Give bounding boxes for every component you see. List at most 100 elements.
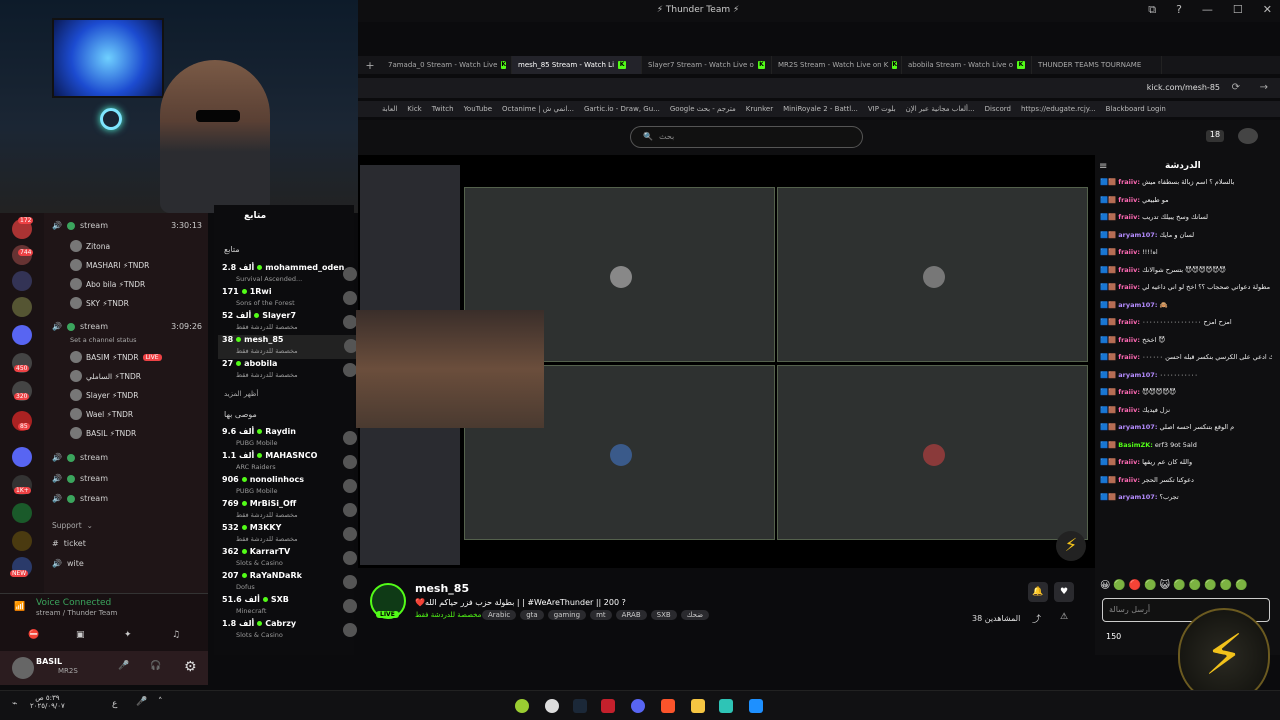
window-help-button[interactable]: ? [1176, 3, 1182, 17]
voice-user[interactable]: SKY ⚡TNDR [70, 297, 129, 309]
discord-icon[interactable] [631, 699, 645, 713]
voice-channel-stream[interactable]: 🔊 stream 3:09:26 [52, 322, 202, 331]
recommended-channel[interactable]: 532 M3KKY مخصصة للدردشة فقط [222, 523, 357, 547]
app-icon[interactable] [601, 699, 615, 713]
bookmark[interactable]: Discord [985, 105, 1011, 113]
chat-username[interactable]: fraiiv: [1118, 458, 1140, 466]
server-icon[interactable] [12, 503, 32, 523]
back-icon[interactable]: → [1260, 82, 1268, 93]
gear-icon[interactable]: ⚙ [184, 659, 197, 675]
followed-channel-active[interactable]: 38 mesh_85 مخصصة للدردشة فقط [218, 335, 358, 359]
recommended-channel[interactable]: 362 KarrarTV Slots & Casino [222, 547, 357, 571]
followed-channel[interactable]: 27 abobila مخصصة للدردشة فقط [222, 359, 357, 383]
headphones-icon[interactable]: 🎧 [150, 661, 161, 671]
chat-username[interactable]: aryam107: [1118, 371, 1157, 379]
microphone-icon[interactable]: 🎤 [136, 697, 147, 707]
tag[interactable]: gaming [547, 610, 587, 620]
follow-heart-icon[interactable]: ♥ [1054, 582, 1074, 602]
voice-channel-stream[interactable]: 🔊 stream [52, 453, 202, 462]
bookmark[interactable]: Blackboard Login [1106, 105, 1166, 113]
voice-user[interactable]: MASHARI ⚡TNDR [70, 259, 149, 271]
notification-count[interactable]: 18 [1206, 130, 1224, 142]
voice-channel-stream[interactable]: 🔊 stream [52, 494, 202, 503]
voice-user[interactable]: Abo bila ⚡TNDR [70, 278, 145, 290]
reload-icon[interactable]: ⟳ [1232, 82, 1240, 93]
chat-username[interactable]: fraiiv: [1118, 336, 1140, 344]
voice-channel-stream[interactable]: 🔊 stream 3:30:13 [52, 221, 202, 230]
text-channel-ticket[interactable]: # ticket [52, 539, 202, 548]
chat-username[interactable]: fraiiv: [1118, 388, 1140, 396]
voice-user[interactable]: Wael ⚡TNDR [70, 408, 133, 420]
server-icon[interactable] [12, 297, 32, 317]
followed-channel[interactable]: 52 ألف Slayer7 مخصصة للدردشة فقط [222, 311, 357, 335]
recommended-channel[interactable]: 1.1 ألف MAHASNCO ARC Raiders [222, 451, 357, 475]
bookmark[interactable]: Kick [407, 105, 421, 113]
screen-share-icon[interactable]: ▣ [76, 630, 85, 640]
bookmark[interactable]: Google مترجم - بحث [670, 105, 736, 113]
window-minimize-button[interactable]: — [1202, 3, 1213, 17]
activities-icon[interactable]: ✦ [124, 630, 132, 640]
browser-tab[interactable]: 7amada_0 Stream - Watch Live K [382, 56, 512, 74]
bookmark[interactable]: Gartic.io - Draw, Gu... [584, 105, 660, 113]
bookmark[interactable]: MiniRoyale 2 - Battl... [783, 105, 858, 113]
channel-points[interactable]: 150 [1106, 632, 1121, 641]
bookmark[interactable]: العابة [382, 105, 397, 113]
bookmark[interactable]: https://edugate.rcjy... [1021, 105, 1096, 113]
tag[interactable]: Arabic [482, 610, 517, 620]
emote-bar[interactable]: 😀🟢🔴🟢😺🟢🟢🟢🟢🟢 [1100, 580, 1250, 591]
bookmark[interactable]: VIP بلوت [868, 105, 896, 113]
app-icon[interactable] [719, 699, 733, 713]
chat-username[interactable]: fraiiv: [1118, 283, 1140, 291]
followed-channel[interactable]: 2.8 ألف mohammed_oden Survival Ascended... [222, 263, 357, 287]
followed-channel[interactable]: 171 1Rwi Sons of the Forest [222, 287, 357, 311]
chat-username[interactable]: aryam107: [1118, 301, 1157, 309]
category-support[interactable]: Support ⌄ [52, 521, 202, 530]
chat-username[interactable]: fraiiv: [1118, 266, 1140, 274]
chat-username[interactable]: fraiiv: [1118, 353, 1140, 361]
voice-user[interactable]: BASIL ⚡TNDR [70, 427, 136, 439]
voice-user[interactable]: الساملي ⚡TNDR [70, 370, 141, 382]
chat-username[interactable]: aryam107: [1118, 231, 1157, 239]
recommended-channel[interactable]: 1.8 ألف Cabrzy Slots & Casino [222, 619, 357, 643]
channel-status[interactable]: Set a channel status [70, 336, 137, 344]
voice-user[interactable]: BASIM ⚡TNDR LIVE [70, 351, 162, 363]
tag[interactable]: SXB [650, 610, 677, 620]
chat-username[interactable]: fraiiv: [1118, 476, 1140, 484]
server-folder-icon[interactable] [12, 447, 32, 467]
brave-icon[interactable] [661, 699, 675, 713]
browser-tab[interactable]: abobila Stream - Watch Live o K [902, 56, 1032, 74]
bookmark[interactable]: Octanime | انمي ش... [502, 105, 574, 113]
avatar[interactable] [1238, 128, 1258, 144]
steam-icon[interactable] [573, 699, 587, 713]
chat-username[interactable]: fraiiv: [1118, 248, 1140, 256]
chat-username[interactable]: aryam107: [1118, 423, 1157, 431]
chat-username[interactable]: fraiiv: [1118, 178, 1140, 186]
window-pip-button[interactable]: ⧉ [1148, 3, 1156, 17]
tennis-app-icon[interactable] [515, 699, 529, 713]
browser-tab[interactable]: MR2S Stream - Watch Live on KK [772, 56, 902, 74]
chat-username[interactable]: fraiiv: [1118, 196, 1140, 204]
windows-start-icon[interactable] [749, 699, 763, 713]
tag[interactable]: gta [520, 610, 544, 620]
new-tab-icon[interactable]: + [358, 59, 382, 72]
server-folder-icon[interactable] [12, 325, 32, 345]
clock[interactable]: ٥:٣٩ ص ٢٠٢٥/٠٩/٠٧ [30, 694, 65, 710]
collapse-chat-icon[interactable]: ≡ [1099, 161, 1107, 172]
window-close-button[interactable]: ✕ [1263, 3, 1272, 17]
tag[interactable]: mt [590, 610, 612, 620]
obs-icon[interactable] [545, 699, 559, 713]
language-indicator[interactable]: ع [112, 699, 117, 709]
file-explorer-icon[interactable] [691, 699, 705, 713]
bookmark[interactable]: YouTube [464, 105, 492, 113]
tag[interactable]: ARAB [615, 610, 647, 620]
network-icon[interactable]: ⌁ [12, 699, 17, 709]
voice-user[interactable]: Slayer ⚡TNDR [70, 389, 138, 401]
stream-category[interactable]: مخصصة للدردشة فقط [415, 611, 481, 619]
tag[interactable]: ضحك [680, 610, 710, 620]
server-icon[interactable] [12, 531, 32, 551]
search-input[interactable]: 🔍 بحث [630, 126, 863, 148]
browser-tab[interactable]: Slayer7 Stream - Watch Live oK [642, 56, 772, 74]
window-maximize-button[interactable]: ☐ [1233, 3, 1243, 17]
address-bar[interactable]: kick.com/mesh-85 ⟳ → [358, 78, 1280, 98]
chat-username[interactable]: fraiiv: [1118, 406, 1140, 414]
